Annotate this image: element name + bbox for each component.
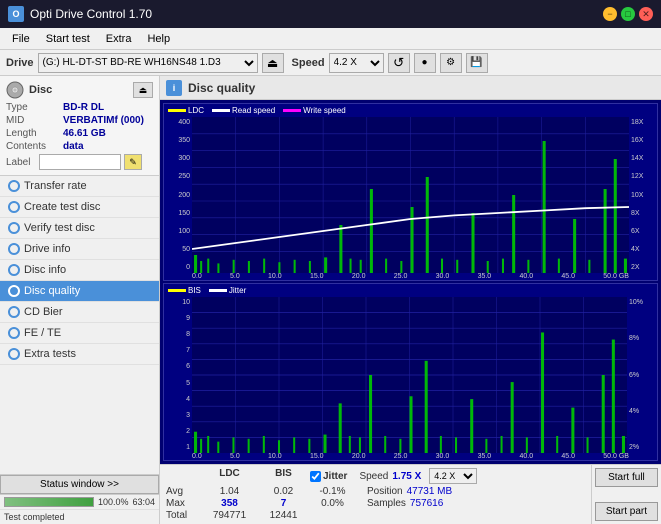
- legend-ldc: LDC: [168, 106, 204, 115]
- burn-button[interactable]: ●: [414, 53, 436, 73]
- stats-bar: LDC BIS Jitter Speed 1.75 X 4.2 X: [160, 464, 661, 524]
- chart-title-icon: i: [166, 80, 182, 96]
- stats-row-max: Max 358 7 0.0% Samples 757616: [166, 498, 585, 509]
- nav-create-test-disc[interactable]: Create test disc: [0, 197, 159, 218]
- stats-row-total: Total 794771 12441: [166, 510, 585, 521]
- disc-mid-value: VERBATIMf (000): [63, 115, 144, 126]
- legend-write-speed: Write speed: [283, 106, 346, 115]
- menu-file[interactable]: File: [4, 31, 38, 47]
- disc-mid-label: MID: [6, 115, 61, 126]
- nav-disc-info[interactable]: Disc info: [0, 260, 159, 281]
- disc-length-label: Length: [6, 128, 61, 139]
- menu-start-test[interactable]: Start test: [38, 31, 98, 47]
- stats-samples-value: 757616: [410, 498, 443, 509]
- jitter-checkbox[interactable]: [310, 471, 321, 482]
- disc-label-label: Label: [6, 157, 36, 168]
- disc-icon: [6, 81, 24, 99]
- nav-icon-extra-tests: [8, 348, 20, 360]
- disc-contents-label: Contents: [6, 141, 61, 152]
- refresh-button[interactable]: ↺: [388, 53, 410, 73]
- app-title: Opti Drive Control 1.70: [30, 7, 152, 21]
- status-area: Status window >> 100.0% 63:04 Test compl…: [0, 474, 159, 524]
- action-buttons: Start full Start part: [591, 465, 661, 524]
- minimize-button[interactable]: −: [603, 7, 617, 21]
- disc-length-value: 46.61 GB: [63, 128, 106, 139]
- stats-header-jitter: Jitter: [323, 471, 347, 482]
- bottom-chart: BIS Jitter 10 9 8: [163, 283, 658, 461]
- status-window-button[interactable]: Status window >>: [0, 475, 159, 494]
- progress-bar-fill: [5, 498, 93, 506]
- menu-help[interactable]: Help: [139, 31, 178, 47]
- stats-row-avg: Avg 1.04 0.02 -0.1% Position 47731 MB: [166, 486, 585, 497]
- progress-percent: 100.0%: [98, 497, 129, 507]
- top-chart-xaxis: 0.0 5.0 10.0 15.0 20.0 25.0 30.0 35.0 40…: [164, 273, 657, 280]
- nav-drive-info[interactable]: Drive info: [0, 239, 159, 260]
- start-part-button[interactable]: Start part: [595, 502, 658, 521]
- disc-label-input[interactable]: [39, 154, 121, 170]
- nav-icon-fe-te: [8, 327, 20, 339]
- stats-header-bis: BIS: [261, 468, 306, 484]
- nav-cd-bier[interactable]: CD Bier: [0, 302, 159, 323]
- top-chart-yaxis-right: 18X 16X 14X 12X 10X 8X 6X 4X 2X: [629, 117, 657, 273]
- maximize-button[interactable]: □: [621, 7, 635, 21]
- stats-samples-label: Samples: [367, 498, 406, 509]
- legend-bis: BIS: [168, 286, 201, 295]
- nav-transfer-rate[interactable]: Transfer rate: [0, 176, 159, 197]
- top-chart-plot: [192, 117, 629, 273]
- stats-speed-select[interactable]: 4.2 X: [429, 468, 477, 484]
- bottom-chart-xaxis: 0.0 5.0 10.0 15.0 20.0 25.0 30.0 35.0 40…: [164, 453, 657, 460]
- disc-contents-value: data: [63, 141, 84, 152]
- save-button[interactable]: 💾: [466, 53, 488, 73]
- speed-select[interactable]: 4.2 X: [329, 53, 384, 73]
- top-chart-yaxis-left: 400 350 300 250 200 150 100 50 0: [164, 117, 192, 273]
- nav-icon-disc-info: [8, 264, 20, 276]
- stats-speed-value: 1.75 X: [392, 471, 421, 482]
- chart-title: Disc quality: [188, 81, 255, 95]
- nav-icon-disc-quality: [8, 285, 20, 297]
- status-text: Test completed: [4, 512, 65, 522]
- bottom-chart-plot: [192, 297, 627, 453]
- bottom-chart-yaxis-left: 10 9 8 7 6 5 4 3 2 1: [164, 297, 192, 453]
- settings-button[interactable]: ⚙: [440, 53, 462, 73]
- nav-icon-cd-bier: [8, 306, 20, 318]
- nav-fe-te[interactable]: FE / TE: [0, 323, 159, 344]
- nav-icon-verify-test: [8, 222, 20, 234]
- menubar: File Start test Extra Help: [0, 28, 661, 50]
- disc-type-value: BD-R DL: [63, 102, 104, 113]
- speed-label: Speed: [292, 57, 325, 69]
- app-icon: O: [8, 6, 24, 22]
- eject-button[interactable]: ⏏: [262, 53, 284, 73]
- titlebar: O Opti Drive Control 1.70 − □ ✕: [0, 0, 661, 28]
- nav-extra-tests[interactable]: Extra tests: [0, 344, 159, 365]
- stats-position-label: Position: [367, 486, 403, 497]
- disc-eject-btn[interactable]: ⏏: [133, 82, 153, 98]
- nav-verify-test-disc[interactable]: Verify test disc: [0, 218, 159, 239]
- nav-items: Transfer rate Create test disc Verify te…: [0, 176, 159, 474]
- nav-icon-transfer-rate: [8, 180, 20, 192]
- start-full-button[interactable]: Start full: [595, 468, 658, 487]
- legend-read-speed: Read speed: [212, 106, 275, 115]
- nav-icon-create-test: [8, 201, 20, 213]
- drive-select[interactable]: (G:) HL-DT-ST BD-RE WH16NS48 1.D3: [38, 53, 258, 73]
- close-button[interactable]: ✕: [639, 7, 653, 21]
- nav-icon-drive-info: [8, 243, 20, 255]
- stats-table-container: LDC BIS Jitter Speed 1.75 X 4.2 X: [160, 465, 591, 524]
- disc-header: Disc: [29, 84, 52, 96]
- top-chart: LDC Read speed Write speed: [163, 103, 658, 281]
- disc-label-edit-btn[interactable]: ✎: [124, 154, 142, 170]
- stats-speed-label: Speed: [359, 471, 388, 482]
- menu-extra[interactable]: Extra: [98, 31, 140, 47]
- disc-type-label: Type: [6, 102, 61, 113]
- progress-bar-container: [4, 497, 94, 507]
- drive-label: Drive: [6, 57, 34, 69]
- legend-jitter: Jitter: [209, 286, 246, 295]
- stats-position-value: 47731 MB: [407, 486, 453, 497]
- nav-disc-quality[interactable]: Disc quality: [0, 281, 159, 302]
- progress-counter: 63:04: [132, 497, 155, 507]
- bottom-chart-yaxis-right: 10% 8% 6% 4% 2%: [627, 297, 657, 453]
- stats-header-ldc: LDC: [202, 468, 257, 484]
